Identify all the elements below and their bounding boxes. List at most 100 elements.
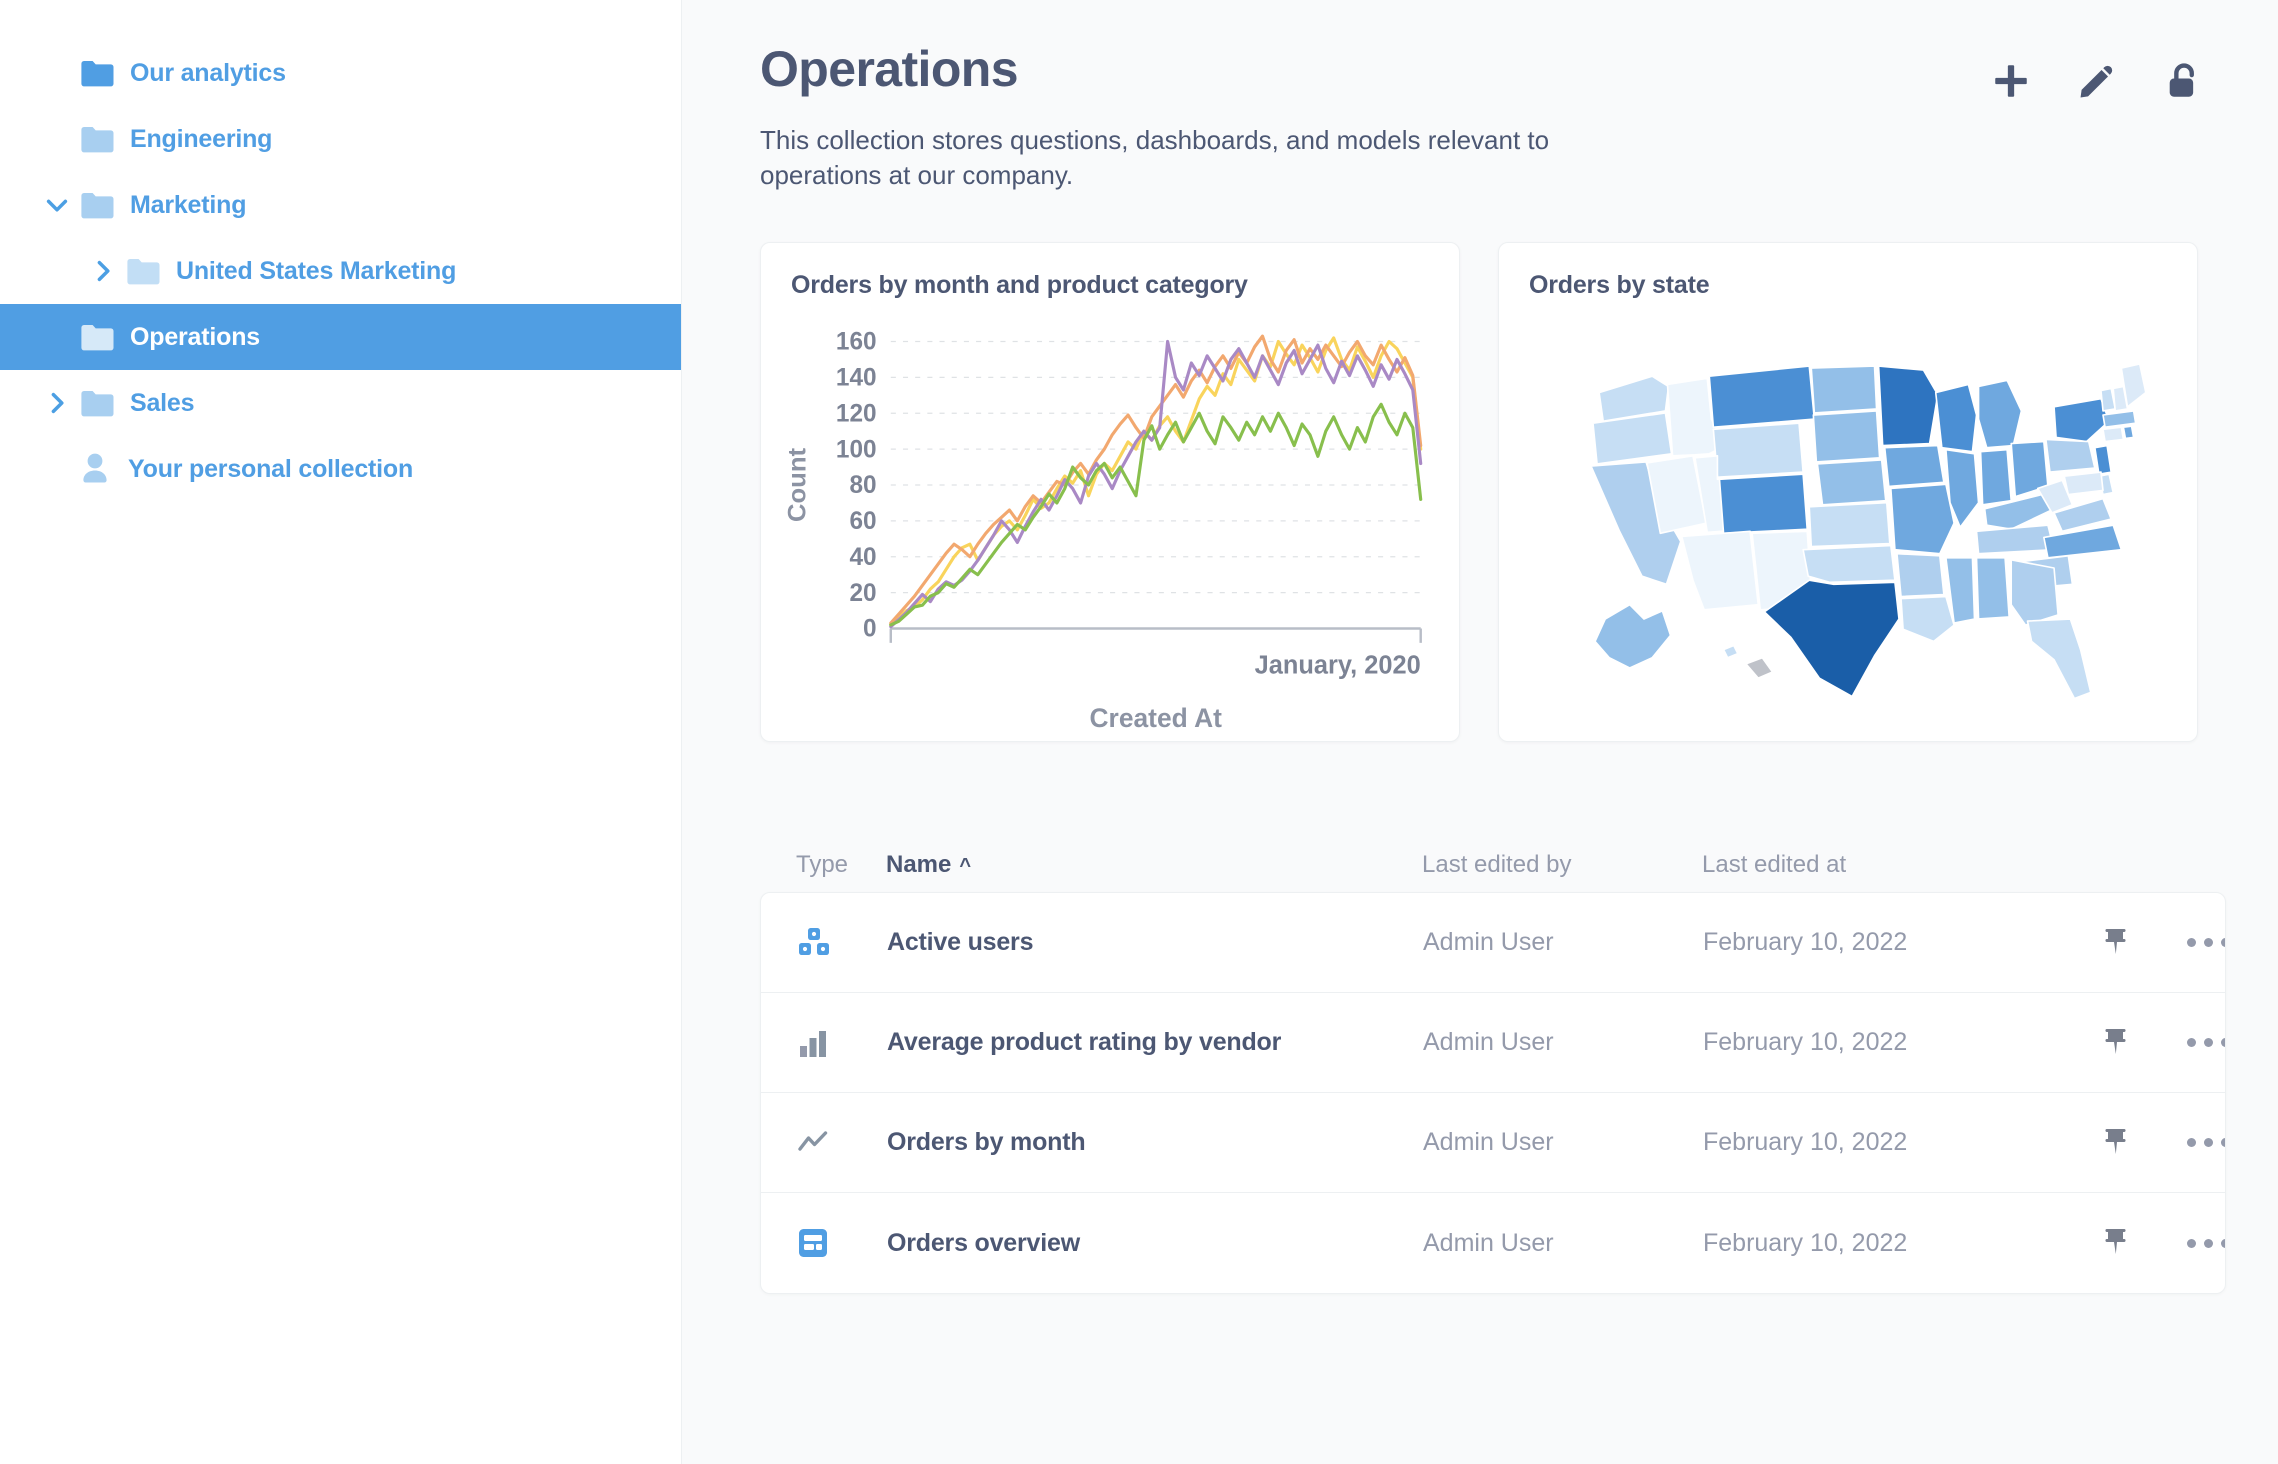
chevron-right-icon[interactable] [86,254,120,288]
sidebar-item-engineering[interactable]: Engineering [0,106,681,172]
card-title: Orders by month and product category [791,271,1248,300]
svg-text:40: 40 [849,544,876,571]
svg-text:20: 20 [849,580,876,607]
table-body: Active users Admin User February 10, 2022 A… [760,892,2226,1295]
map-state-RI [2122,425,2135,440]
ellipsis-icon[interactable] [2187,1038,2225,1048]
sidebar-item-sales[interactable]: Sales [0,370,681,436]
table-row[interactable]: Orders overview Admin User February 10, 20… [761,1193,2225,1293]
page-header: Operations This collection stores questi… [760,42,2226,192]
map-state-HI2 [1745,657,1774,680]
map-state-MD [2063,471,2104,496]
map-state-TN [1975,524,2055,555]
pinned-cards: Orders by month and product category 0 20… [760,242,2226,743]
sidebar-item-label: Your personal collection [128,454,414,483]
map-state-FL [2026,618,2092,700]
model-icon [761,926,887,960]
sidebar: Our analytics Engineering Marketing United … [0,0,682,1464]
map-state-MT [1708,365,1816,429]
table-row[interactable]: Average product rating by vendor Admin Us… [761,993,2225,1094]
pin-icon[interactable] [2103,927,2187,959]
table-row[interactable]: Orders by month Admin User February 10, 20… [761,1093,2225,1194]
folder-icon [80,124,114,154]
item-name[interactable]: Active users [887,928,1423,957]
column-header-last-edited-by[interactable]: Last edited by [1422,851,1702,879]
pinned-card-orders-by-month-and-product-category[interactable]: Orders by month and product category 0 20… [760,242,1460,743]
ellipsis-icon[interactable] [2187,1238,2225,1248]
item-last-edited-by: Admin User [1423,1228,1554,1257]
ellipsis-icon[interactable] [2187,938,2225,948]
card-title: Orders by state [1529,271,1710,300]
svg-text:120: 120 [836,401,877,428]
edit-collection-button[interactable] [2076,60,2118,107]
collection-description: This collection stores questions, dashbo… [760,125,1550,190]
item-name[interactable]: Orders overview [887,1229,1423,1258]
folder-icon [80,388,114,418]
map-state-CT [2102,426,2125,443]
svg-text:80: 80 [849,472,876,499]
chevron-right-icon[interactable] [40,386,74,420]
app-root: Our analytics Engineering Marketing United … [0,0,2278,1464]
map-state-AR [1896,553,1945,598]
collection-permissions-button[interactable] [2162,60,2204,107]
map-state-AK [1594,604,1672,669]
map-state-CO [1718,473,1809,535]
item-name[interactable]: Orders by month [887,1128,1423,1157]
svg-text:160: 160 [836,329,877,356]
map-state-KS [1808,502,1891,548]
new-item-button[interactable] [1990,60,2032,107]
item-name[interactable]: Average product rating by vendor [887,1028,1423,1057]
pin-icon[interactable] [2103,1227,2187,1259]
sidebar-item-operations[interactable]: Operations [0,304,681,370]
svg-text:60: 60 [849,508,876,535]
svg-text:Count: Count [784,448,812,523]
map-state-SD [1812,410,1881,463]
map-state-HI [1722,644,1739,659]
sidebar-item-marketing[interactable]: Marketing [0,172,681,238]
table-header-row: Type Name ^ Last edited by Last edited at [760,838,2226,892]
sidebar-item-united-states-marketing[interactable]: United States Marketing [0,238,681,304]
column-header-name[interactable]: Name ^ [886,851,1422,879]
map-state-NC [2043,524,2123,559]
sidebar-item-our-analytics[interactable]: Our analytics [0,40,681,106]
svg-text:140: 140 [836,365,877,392]
ellipsis-icon[interactable] [2187,1138,2225,1148]
svg-text:January, 2020: January, 2020 [1255,652,1421,680]
map-state-IA [1883,444,1945,488]
map-state-MO [1890,483,1955,555]
pin-icon[interactable] [2103,1027,2187,1059]
us-choropleth-map [1519,313,2177,721]
column-header-type[interactable]: Type [760,851,886,879]
map-state-ND [1810,365,1878,414]
sidebar-item-label: Our analytics [130,58,286,87]
folder-icon [126,256,160,286]
item-last-edited-at: February 10, 2022 [1703,1028,1908,1057]
item-last-edited-at: February 10, 2022 [1703,928,1908,957]
line-chart: 0 20 40 60 80 100 120 140 160 Count January, 2020 C… [771,321,1441,733]
svg-text:Created At: Created At [1090,703,1223,731]
table-row[interactable]: Active users Admin User February 10, 2022 [761,893,2225,994]
dashboard-icon [761,1227,887,1259]
map-state-MN [1877,365,1939,447]
map-state-WY [1712,422,1804,479]
svg-text:100: 100 [836,436,877,463]
map-state-OK [1802,544,1896,584]
sidebar-item-your-personal-collection[interactable]: Your personal collection [0,436,681,502]
svg-text:0: 0 [863,616,877,643]
page-header-text: Operations This collection stores questi… [760,42,1990,192]
map-state-MI [1977,379,2023,449]
person-icon [80,452,114,486]
sidebar-item-label: Marketing [130,190,247,219]
item-last-edited-by: Admin User [1423,928,1554,957]
pinned-card-orders-by-state[interactable]: Orders by state [1498,242,2198,743]
map-state-AZ [1680,530,1760,611]
map-state-TX [1763,579,1900,698]
line-chart-icon [761,1127,887,1159]
column-header-last-edited-at[interactable]: Last edited at [1702,851,2102,879]
folder-icon [80,322,114,352]
chevron-down-icon[interactable] [40,188,74,222]
map-state-PA [2045,438,2096,474]
page-title: Operations [760,41,1019,97]
map-state-AL [1975,557,2010,620]
pin-icon[interactable] [2103,1127,2187,1159]
